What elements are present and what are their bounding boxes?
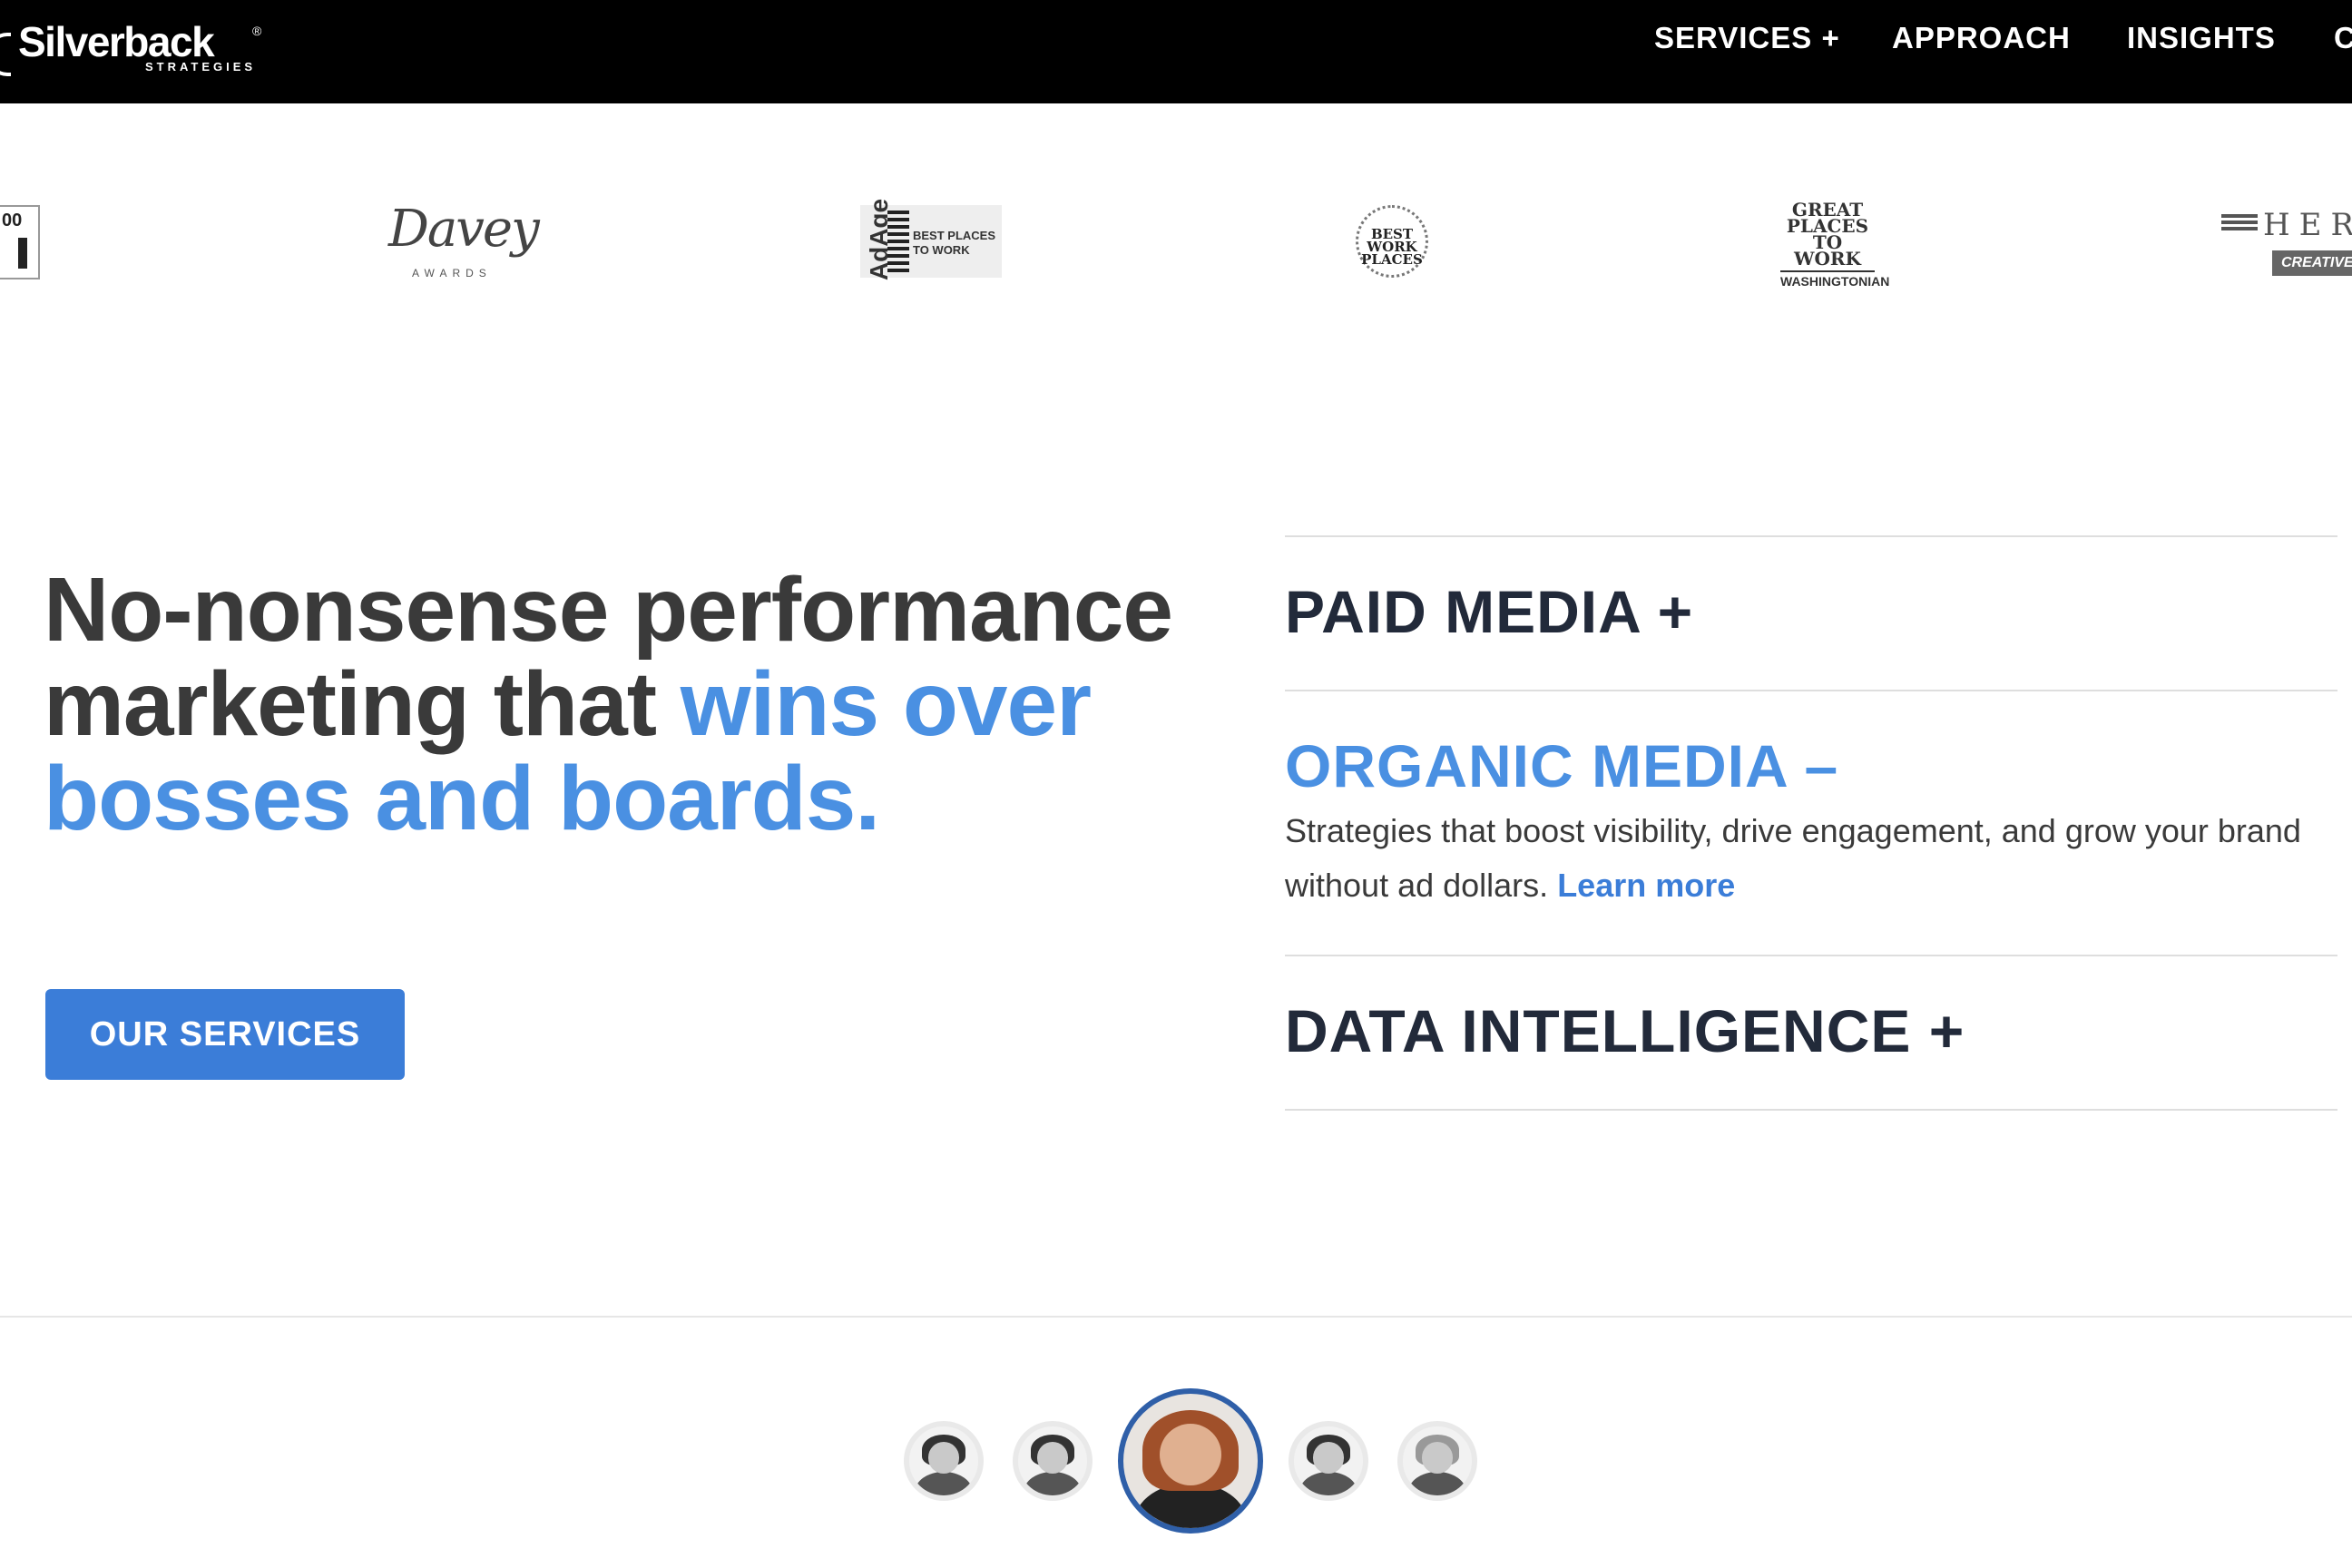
logo-subtext: STRATEGIES [145,60,257,74]
nav-item-services[interactable]: SERVICES + [1654,18,1840,58]
great-places-title: GREAT PLACES TO WORK [1786,199,1869,270]
avatar-head [1421,1441,1454,1474]
award-logo-inc: 00 [0,205,40,279]
our-services-button[interactable]: OUR SERVICES [45,989,405,1080]
accordion-item-data-intelligence[interactable]: DATA INTELLIGENCE + [1285,955,2337,1111]
best-work-places-text: BEST WORK PLACES [1361,226,1423,268]
accordion-title-organic-media[interactable]: ORGANIC MEDIA – [1285,730,1838,802]
top-navigation: Silverback ® STRATEGIES SERVICES + APPRO… [0,0,2352,103]
nav-item-approach[interactable]: APPROACH [1892,18,2071,58]
team-avatar[interactable] [1013,1421,1093,1501]
accordion-body-organic-media: Strategies that boost visibility, drive … [1285,804,2319,913]
avatar-head [1159,1423,1222,1485]
avatar-body [915,1472,973,1495]
hermes-subtitle: CREATIVE A [2272,250,2352,296]
accordion-title-paid-media[interactable]: PAID MEDIA + [1285,575,1693,648]
services-accordion: PAID MEDIA + ORGANIC MEDIA – Strategies … [1285,535,2337,1111]
hero-headline: No-nonsense performance marketing that w… [44,563,1205,846]
davey-subtitle: AWARDS [412,267,492,279]
davey-title: Davey [388,200,540,259]
award-logo-davey: Davey AWARDS [388,200,540,281]
team-avatar-carousel [0,1388,2352,1534]
avatar-body [1299,1472,1357,1495]
award-logo-great-places: GREAT PLACES TO WORK WASHINGTONIAN [1780,199,1889,289]
avatar-body [1408,1472,1466,1495]
accordion-item-organic-media[interactable]: ORGANIC MEDIA – Strategies that boost vi… [1285,690,2337,955]
team-avatar[interactable] [1289,1421,1368,1501]
hermes-title: HER [2263,207,2352,243]
team-avatar[interactable] [1397,1421,1477,1501]
nav-item-insights[interactable]: INSIGHTS [2127,18,2276,58]
award-logo-best-work-places: BEST WORK PLACES [1356,205,1428,278]
awards-logo-strip: 00 Davey AWARDS AdAge BEST PLACES TO WOR… [0,181,2352,309]
avatar-head [1036,1441,1069,1474]
award-logo-adage: AdAge BEST PLACES TO WORK [860,199,1002,280]
award-logo-hermes: HER CREATIVE A [2221,207,2352,296]
hermes-wing-icon [2221,214,2258,232]
logo-mark-icon [0,33,11,76]
accordion-title-data-intelligence[interactable]: DATA INTELLIGENCE + [1285,995,1965,1067]
great-places-subtitle: WASHINGTONIAN [1780,270,1889,289]
adage-stripes [887,211,909,272]
learn-more-link[interactable]: Learn more [1557,867,1735,904]
team-avatar-active[interactable] [1118,1388,1263,1534]
nav-item-cutoff[interactable]: C [2334,18,2352,58]
accordion-item-paid-media[interactable]: PAID MEDIA + [1285,535,2337,690]
award-inc-text: 00 [2,211,23,230]
adage-text: BEST PLACES TO WORK [913,229,996,257]
section-divider [0,1316,2352,1318]
organic-media-description: Strategies that boost visibility, drive … [1285,812,2301,904]
avatar-body [1024,1472,1082,1495]
award-inc-bar [18,238,27,269]
silverback-logo[interactable]: Silverback ® STRATEGIES [0,16,272,80]
avatar-head [1312,1441,1345,1474]
logo-trademark: ® [252,24,262,38]
team-avatar[interactable] [904,1421,984,1501]
avatar-head [927,1441,960,1474]
